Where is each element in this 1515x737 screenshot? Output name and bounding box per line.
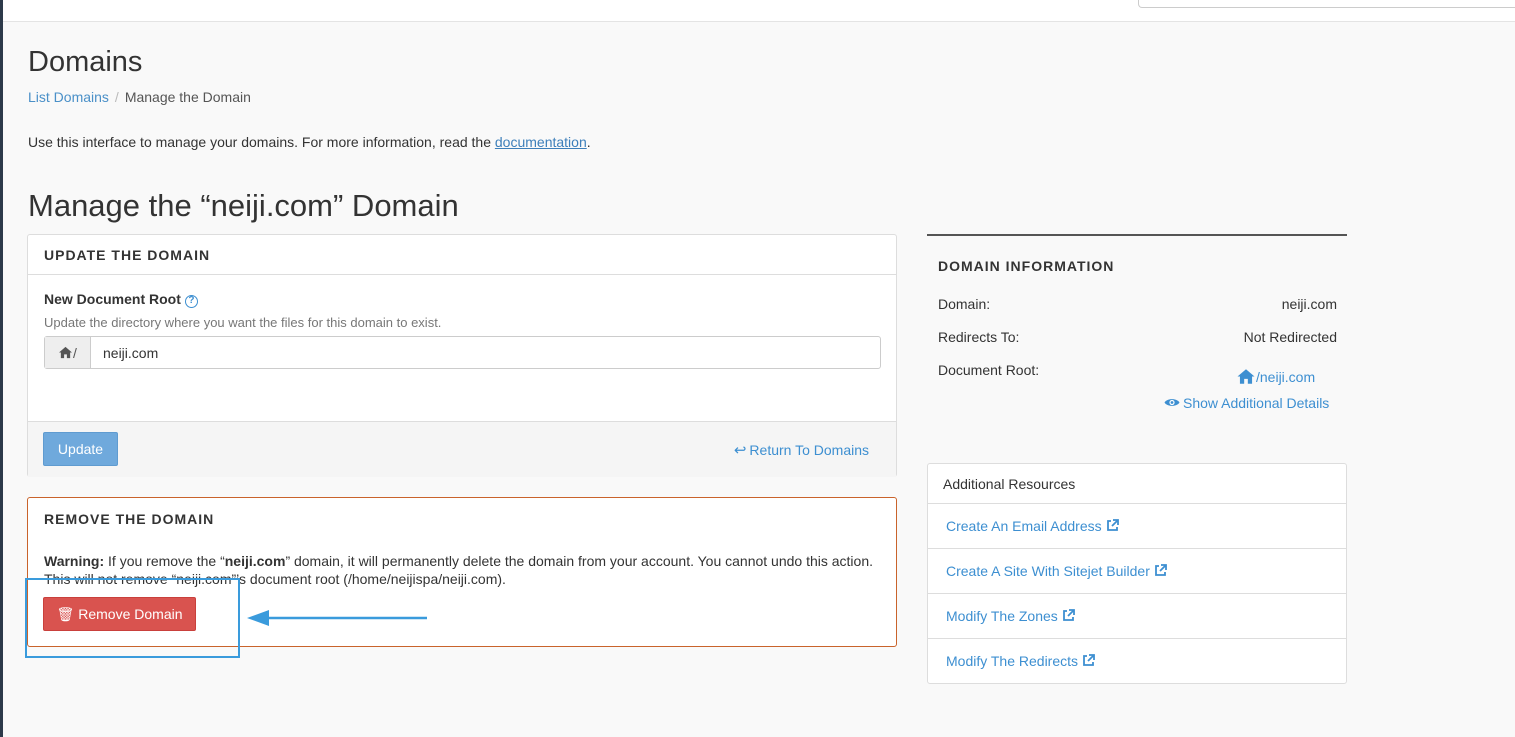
breadcrumb-current: Manage the Domain [124,89,251,105]
show-additional-details-link[interactable]: Show Additional Details [1164,395,1329,411]
modify-zones-link[interactable]: Modify The Zones [946,608,1075,624]
list-item: Create A Site With Sitejet Builder [928,549,1346,594]
return-to-domains-label: Return To Domains [749,442,869,458]
breadcrumb: List Domains / Manage the Domain [28,89,251,105]
modify-redirects-link[interactable]: Modify The Redirects [946,653,1095,669]
intro-text: Use this interface to manage your domain… [28,134,591,150]
home-icon [1237,369,1255,384]
info-row-redirects: Redirects To: Not Redirected [938,329,1337,345]
document-root-input[interactable] [91,337,880,368]
info-row-domain: Domain: neiji.com [938,296,1337,312]
update-button[interactable]: Update [43,432,118,466]
document-root-input-group: / [44,336,881,369]
warning-part1: If you remove the “ [104,553,225,569]
external-link-icon [1154,564,1167,576]
intro-text-end: . [586,134,591,150]
document-root-value: /neiji.com [1256,369,1316,385]
home-addon: / [45,337,91,368]
sitejet-builder-link[interactable]: Create A Site With Sitejet Builder [946,563,1167,579]
list-item: Create An Email Address [928,504,1346,549]
document-root-label: New Document Root? [44,291,198,308]
remove-panel-heading: REMOVE THE DOMAIN [44,511,215,527]
modify-zones-label: Modify The Zones [946,608,1058,624]
intro-text-body: Use this interface to manage your domain… [28,134,495,150]
top-bar [3,0,1515,22]
breadcrumb-list-domains[interactable]: List Domains [28,89,109,105]
annotation-arrow-icon [247,610,427,626]
document-root-help: Update the directory where you want the … [44,315,442,330]
update-panel-heading: UPDATE THE DOMAIN [28,235,896,275]
list-item: Modify The Zones [928,594,1346,639]
warning-domain: neiji.com [224,553,286,569]
breadcrumb-separator: / [114,89,119,105]
left-edge-bar [0,0,3,737]
domain-information-section: DOMAIN INFORMATION Domain: neiji.com Red… [927,234,1347,411]
modify-redirects-label: Modify The Redirects [946,653,1079,669]
home-addon-slash: / [73,344,77,361]
home-icon [59,346,73,359]
create-email-label: Create An Email Address [946,518,1102,534]
domain-value: neiji.com [1281,296,1337,312]
annotation-highlight-box [25,578,240,658]
top-search-input[interactable] [1138,0,1515,8]
eye-icon [1164,399,1180,406]
domain-info-heading: DOMAIN INFORMATION [938,258,1115,274]
page-title: Domains [28,46,143,78]
external-link-icon [1062,609,1075,621]
resources-heading: Additional Resources [928,464,1346,504]
warning-label: Warning: [44,553,105,569]
create-email-link[interactable]: Create An Email Address [946,518,1119,534]
update-panel-footer: Update ↩ Return To Domains [28,421,896,477]
show-additional-details-label: Show Additional Details [1183,395,1330,411]
document-root-link[interactable]: /neiji.com [1236,368,1315,385]
redirects-value: Not Redirected [1243,329,1337,345]
return-to-domains-link[interactable]: ↩ Return To Domains [734,441,869,459]
return-arrow-icon: ↩ [733,442,747,459]
domain-label: Domain: [938,296,991,312]
external-link-icon [1083,654,1095,666]
external-link-icon [1106,519,1119,531]
list-item: Modify The Redirects [928,639,1346,684]
redirects-label: Redirects To: [938,329,1020,345]
update-domain-panel: UPDATE THE DOMAIN New Document Root? Upd… [27,234,897,477]
documentation-link[interactable]: documentation [495,134,587,150]
help-icon[interactable]: ? [184,295,198,308]
manage-domain-title: Manage the “neiji.com” Domain [28,188,459,223]
docroot-label: Document Root: [938,362,1040,378]
additional-resources-panel: Additional Resources Create An Email Add… [927,463,1347,684]
document-root-label-text: New Document Root [44,291,181,307]
sitejet-builder-label: Create A Site With Sitejet Builder [946,563,1150,579]
